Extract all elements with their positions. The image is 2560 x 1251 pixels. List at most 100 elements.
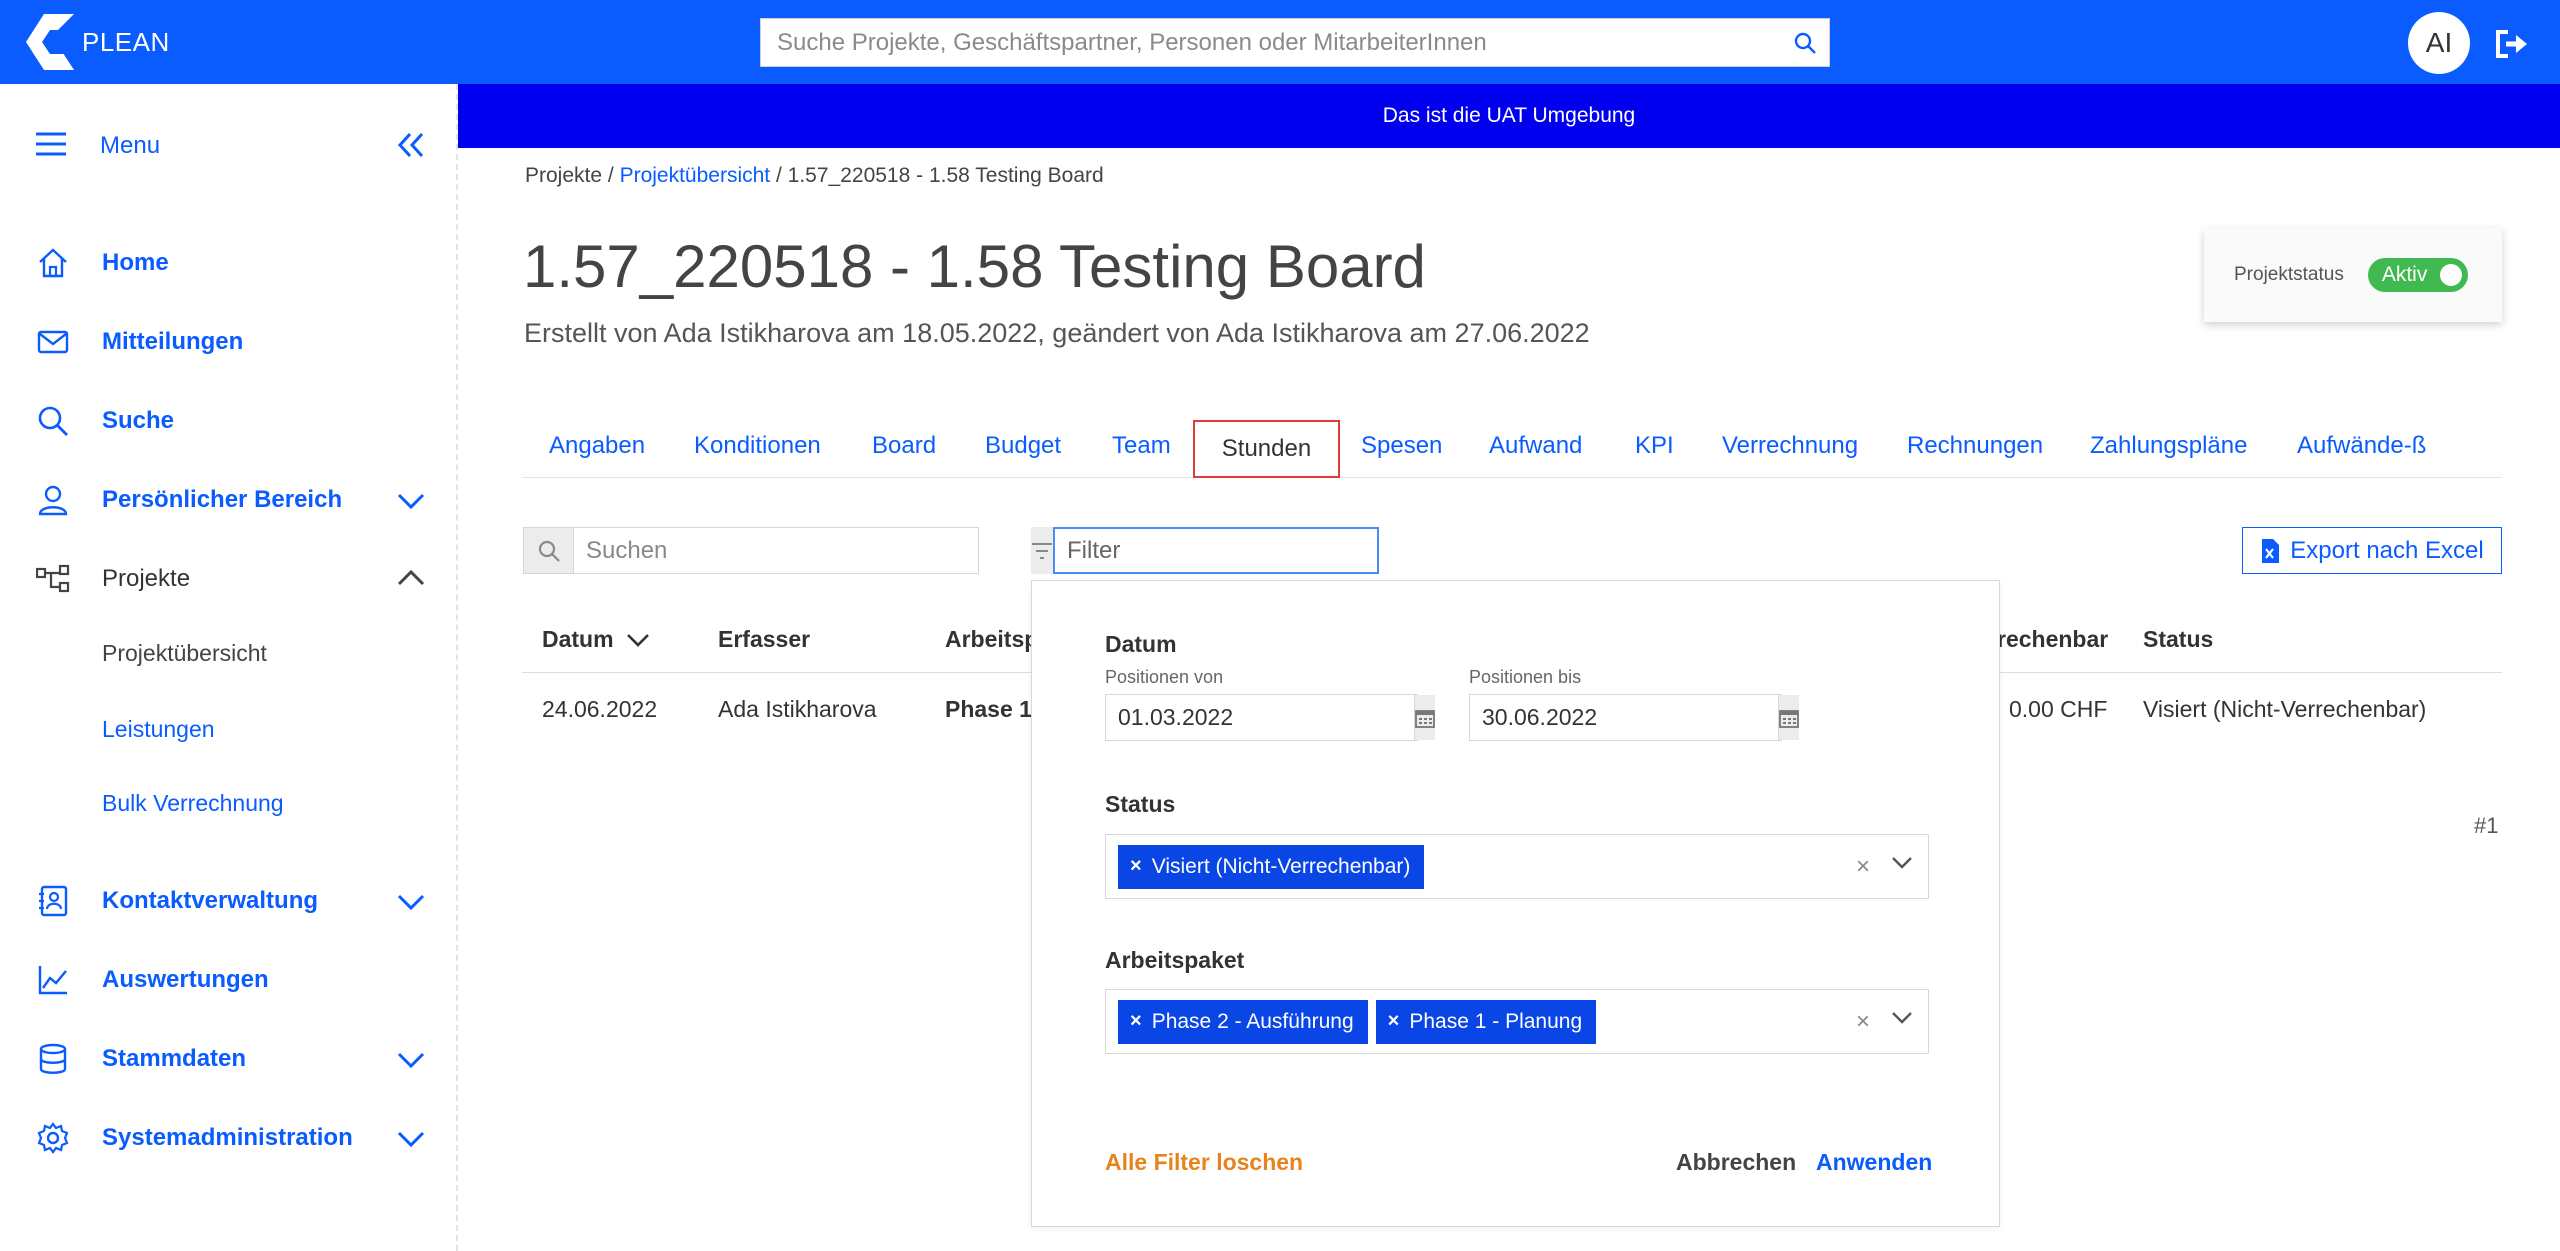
export-excel-button[interactable]: Export nach Excel	[2242, 527, 2502, 574]
chevron-down-icon[interactable]	[396, 1045, 426, 1078]
tab-board[interactable]: Board	[872, 432, 936, 460]
remove-chip-icon[interactable]: ×	[1130, 1010, 1142, 1033]
sidebar-subitem-leistungen[interactable]: Leistungen	[102, 716, 215, 743]
contacts-icon	[36, 884, 70, 918]
chevron-down-icon[interactable]	[1890, 855, 1914, 876]
calendar-icon[interactable]	[1414, 695, 1435, 740]
filter-von-label: Positionen von	[1105, 667, 1224, 687]
toggle-knob	[2439, 264, 2462, 286]
column-header-label: Datum	[542, 626, 614, 652]
filter-control	[1031, 527, 1379, 574]
sidebar-item-projekte[interactable]: Projekte	[36, 557, 426, 601]
tab-verrechnung[interactable]: Verrechnung	[1722, 432, 1858, 460]
tab-stunden[interactable]: Stunden	[1193, 420, 1340, 478]
sidebar-item-label: Auswertungen	[102, 966, 269, 993]
column-header-arbeitspaket[interactable]: Arbeitsp	[945, 626, 1038, 653]
date-to-input[interactable]	[1470, 695, 1778, 740]
filter-datum-heading: Datum	[1105, 631, 1177, 657]
chevron-down-icon[interactable]	[396, 1124, 426, 1157]
sidebar-item-kontaktverwaltung[interactable]: Kontaktverwaltung	[36, 879, 426, 923]
tab-budget[interactable]: Budget	[985, 432, 1061, 460]
project-status-toggle[interactable]: Aktiv	[2367, 258, 2468, 292]
tab-team[interactable]: Team	[1112, 432, 1171, 460]
filter-input[interactable]	[1053, 527, 1379, 574]
project-tree-icon	[36, 562, 70, 596]
project-tabs: Angaben Konditionen Board Budget Team Sp…	[522, 420, 2502, 478]
column-header-status[interactable]: Status	[2143, 626, 2213, 653]
person-icon	[36, 483, 70, 517]
column-header-datum[interactable]: Datum	[542, 626, 650, 653]
sidebar-item-home[interactable]: Home	[36, 241, 426, 285]
project-status-label: Projektstatus	[2234, 264, 2344, 285]
tab-aufwand[interactable]: Aufwand	[1489, 432, 1582, 460]
status-multiselect[interactable]: × Visiert (Nicht-Verrechenbar) ×	[1105, 834, 1929, 899]
tab-zahlungsplaene[interactable]: Zahlungspläne	[2090, 432, 2247, 460]
sidebar-item-stammdaten[interactable]: Stammdaten	[36, 1037, 426, 1081]
remove-chip-icon[interactable]: ×	[1130, 855, 1142, 878]
table-search-input[interactable]	[574, 528, 978, 573]
sidebar-item-systemadministration[interactable]: Systemadministration	[36, 1116, 426, 1160]
clear-icon[interactable]: ×	[1856, 853, 1870, 881]
chevron-down-icon[interactable]	[396, 887, 426, 920]
chevron-down-icon[interactable]	[1890, 1010, 1914, 1031]
column-header-erfasser[interactable]: Erfasser	[718, 626, 810, 653]
column-header-verrechenbar[interactable]: rechenbar	[1997, 626, 2108, 653]
chip-label: Visiert (Nicht-Verrechenbar)	[1151, 854, 1411, 878]
sidebar-item-label: Home	[102, 249, 169, 276]
arbeitspaket-multiselect[interactable]: × Phase 2 - Ausführung × Phase 1 - Planu…	[1105, 989, 1929, 1054]
cancel-button[interactable]: Abbrechen	[1676, 1149, 1796, 1176]
breadcrumb-root[interactable]: Projekte	[525, 164, 602, 187]
sidebar-item-label: Stammdaten	[102, 1045, 247, 1072]
remove-chip-icon[interactable]: ×	[1388, 1010, 1400, 1033]
toggle-label: Aktiv	[2381, 263, 2428, 286]
apply-button[interactable]: Anwenden	[1816, 1149, 1932, 1176]
sidebar-item-persoenlicher-bereich[interactable]: Persönlicher Bereich	[36, 478, 426, 522]
filter-icon[interactable]	[1031, 527, 1053, 574]
sidebar-item-suche[interactable]: Suche	[36, 399, 426, 443]
breadcrumb-link-projektuebersicht[interactable]: Projektübersicht	[620, 164, 771, 187]
search-icon	[524, 528, 574, 573]
sidebar-item-label: Suche	[102, 407, 175, 434]
clear-icon[interactable]: ×	[1856, 1008, 1870, 1036]
avatar[interactable]: AI	[2408, 12, 2470, 74]
tab-angaben[interactable]: Angaben	[549, 432, 645, 460]
date-from-input[interactable]	[1106, 695, 1414, 740]
breadcrumb: Projekte / Projektübersicht / 1.57_22051…	[525, 164, 1104, 188]
calendar-icon[interactable]	[1778, 695, 1799, 740]
chip-label: Phase 2 - Ausführung	[1151, 1009, 1354, 1033]
sidebar-item-label: Persönlicher Bereich	[102, 486, 343, 513]
cell-amount: 0.00 CHF	[2009, 696, 2108, 722]
date-to-field	[1469, 694, 1799, 741]
menu-toggle[interactable]: Menu	[36, 124, 426, 168]
search-icon[interactable]	[1781, 31, 1829, 55]
sidebar-item-mitteilungen[interactable]: Mitteilungen	[36, 320, 426, 364]
sidebar-item-label: Mitteilungen	[102, 328, 244, 355]
logout-icon[interactable]	[2490, 24, 2530, 64]
table-search	[523, 527, 979, 574]
breadcrumb-separator: /	[770, 164, 788, 187]
tab-rechnungen[interactable]: Rechnungen	[1907, 432, 2043, 460]
tab-kpi[interactable]: KPI	[1635, 432, 1674, 460]
sidebar-subitem-projektuebersicht[interactable]: Projektübersicht	[102, 640, 267, 667]
collapse-sidebar-icon[interactable]	[396, 130, 426, 165]
row-count: #1	[2474, 813, 2499, 838]
chevron-up-icon[interactable]	[396, 565, 426, 598]
tab-aufwaende-ss[interactable]: Aufwände-ß	[2297, 432, 2426, 460]
home-icon	[36, 246, 70, 280]
cell-erfasser: Ada Istikharova	[718, 696, 877, 722]
sidebar-item-auswertungen[interactable]: Auswertungen	[36, 958, 426, 1002]
logo[interactable]: PLEAN	[26, 14, 170, 70]
clear-all-filters-button[interactable]: Alle Filter loschen	[1105, 1149, 1303, 1176]
cell-datum: 24.06.2022	[542, 696, 658, 722]
cell-status: Visiert (Nicht-Verrechenbar)	[2143, 696, 2427, 722]
sidebar: Menu Home Mitteilungen Suche Persönliche…	[0, 84, 458, 1251]
tab-konditionen[interactable]: Konditionen	[694, 432, 821, 460]
filter-bis-label: Positionen bis	[1469, 667, 1582, 687]
sidebar-subitem-bulk-verrechnung[interactable]: Bulk Verrechnung	[102, 790, 284, 817]
global-search-input[interactable]	[761, 19, 1781, 66]
chevron-down-icon[interactable]	[396, 486, 426, 519]
top-bar: PLEAN AI	[0, 0, 2560, 84]
tab-spesen[interactable]: Spesen	[1361, 432, 1442, 460]
filter-status-heading: Status	[1105, 791, 1176, 817]
hamburger-icon[interactable]	[36, 131, 66, 162]
